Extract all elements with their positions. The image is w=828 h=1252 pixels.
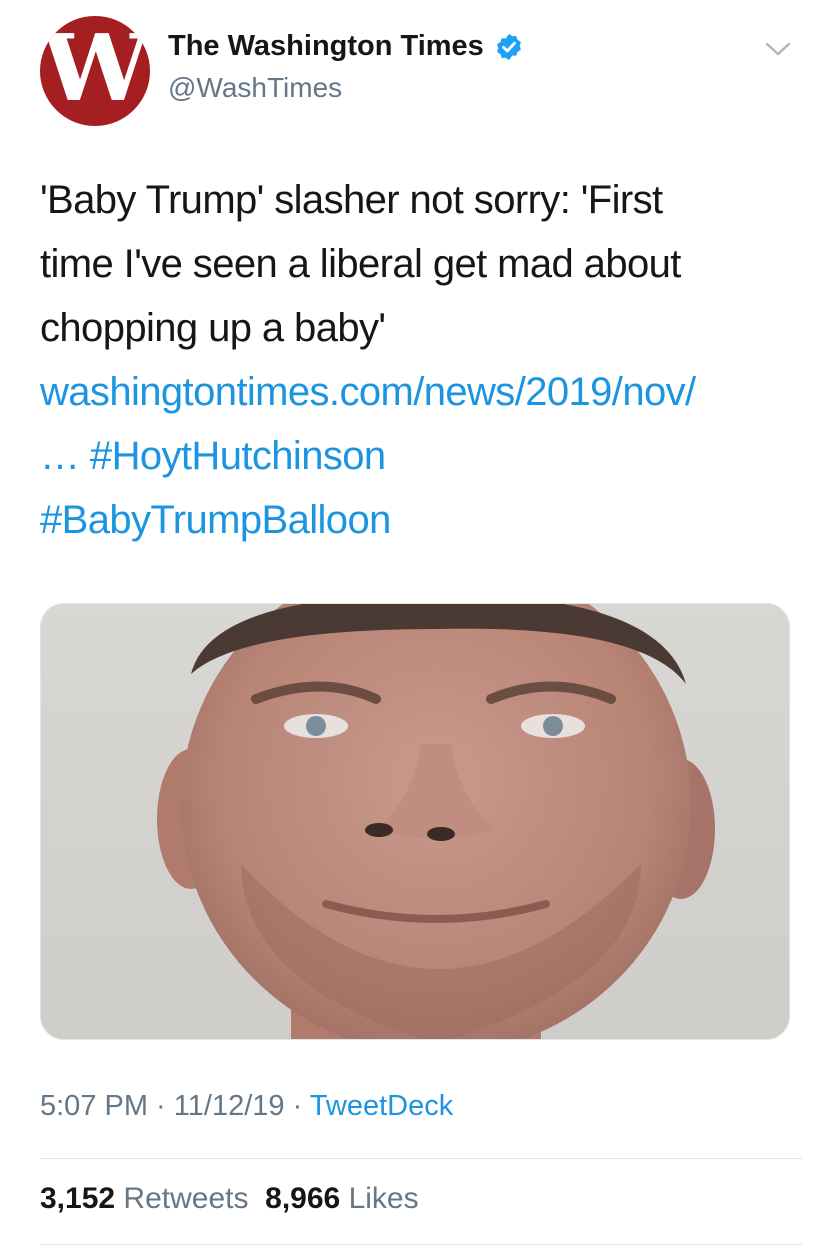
retweets-label: Retweets (123, 1182, 249, 1215)
likes-stat[interactable]: 8,966 Likes (265, 1182, 418, 1215)
likes-label: Likes (348, 1182, 419, 1215)
avatar-logo-letter: W (41, 16, 150, 122)
meta-separator: · (148, 1090, 174, 1122)
tweet-text-line: 'Baby Trump' slasher not sorry: 'First (40, 178, 663, 222)
retweets-stat[interactable]: 3,152 Retweets (40, 1182, 248, 1215)
tweet-time: 5:07 PM (40, 1090, 148, 1122)
account-name-row[interactable]: The Washington Times (168, 30, 524, 63)
article-link[interactable]: washingtontimes.com/news/2019/nov/ (40, 370, 696, 414)
chevron-down-icon[interactable] (764, 40, 792, 58)
account-handle[interactable]: @WashTimes (168, 72, 342, 104)
hashtag-baby-trump-balloon[interactable]: #BabyTrumpBalloon (40, 498, 391, 542)
divider (40, 1158, 802, 1159)
tweet-date: 11/12/19 (173, 1090, 285, 1122)
link-ellipsis[interactable]: … (40, 434, 80, 478)
meta-separator: · (284, 1090, 310, 1122)
tweet-text-line: time I've seen a liberal get mad about (40, 242, 681, 286)
tweet-stats: 3,152 Retweets 8,966 Likes (40, 1182, 419, 1216)
retweets-count: 3,152 (40, 1182, 116, 1215)
tweet-meta: 5:07 PM · 11/12/19 · TweetDeck (40, 1090, 453, 1123)
tweet-photo[interactable] (40, 603, 790, 1040)
tweet-text: 'Baby Trump' slasher not sorry: 'First t… (40, 168, 800, 552)
hashtag-hoyt-hutchinson[interactable]: #HoytHutchinson (90, 434, 386, 478)
display-name[interactable]: The Washington Times (168, 30, 484, 63)
verified-badge-icon (494, 32, 524, 62)
tweet-source-link[interactable]: TweetDeck (310, 1090, 453, 1122)
likes-count: 8,966 (265, 1182, 341, 1215)
photo-portrait-icon (41, 604, 789, 1039)
avatar[interactable]: W (40, 16, 150, 126)
divider (40, 1244, 802, 1245)
tweet-text-line: chopping up a baby' (40, 306, 386, 350)
